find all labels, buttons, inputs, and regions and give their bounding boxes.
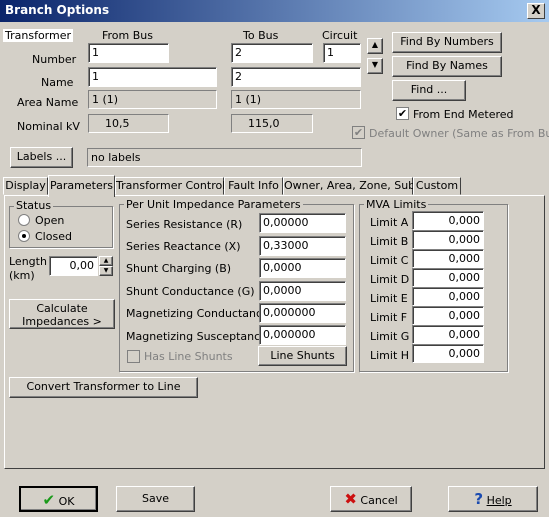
- limit-d-input[interactable]: 0,000: [412, 268, 484, 287]
- shunt-conductance-input[interactable]: 0,0000: [259, 281, 346, 301]
- from-end-metered-label: From End Metered: [413, 108, 514, 121]
- limit-c-input[interactable]: 0,000: [412, 249, 484, 268]
- default-owner-label: Default Owner (Same as From Bus): [369, 127, 549, 140]
- limit-b-input[interactable]: 0,000: [412, 230, 484, 249]
- from-number-input[interactable]: 1: [88, 43, 169, 63]
- to-kv-value: 115,0: [231, 114, 313, 133]
- check-icon: ✔: [353, 126, 364, 139]
- limit-a-input[interactable]: 0,000: [412, 211, 484, 230]
- triangle-down-icon: ▼: [371, 60, 379, 69]
- tab-transformer-control[interactable]: Transformer Control: [115, 177, 225, 195]
- calculate-impedances-button[interactable]: Calculate Impedances >: [9, 299, 115, 329]
- has-line-shunts-label: Has Line Shunts: [144, 350, 233, 363]
- magnetizing-conductance-input[interactable]: 0,000000: [259, 303, 346, 323]
- shunt-conductance-label: Shunt Conductance (G): [126, 285, 255, 298]
- to-number-input[interactable]: 2: [231, 43, 313, 63]
- find-by-names-button[interactable]: Find By Names: [392, 56, 502, 77]
- limit-h-input[interactable]: 0,000: [412, 344, 484, 363]
- from-kv-value: 10,5: [88, 114, 169, 133]
- length-down-button[interactable]: ▼: [99, 266, 113, 276]
- find-button[interactable]: Find ...: [392, 80, 466, 101]
- tab-parameters[interactable]: Parameters: [48, 175, 115, 197]
- limit-a-label: Limit A: [370, 216, 409, 229]
- closed-radio[interactable]: [18, 230, 30, 242]
- limit-g-input[interactable]: 0,000: [412, 325, 484, 344]
- checkmark-icon: ✔: [42, 491, 56, 509]
- limit-e-label: Limit E: [370, 292, 408, 305]
- close-button[interactable]: X: [527, 3, 545, 19]
- status-group-title: Status: [14, 199, 54, 212]
- circuit-label: Circuit: [322, 29, 358, 42]
- default-owner-checkbox[interactable]: ✔: [352, 126, 365, 139]
- area-name-label: Area Name: [17, 96, 79, 109]
- shunt-charging-input[interactable]: 0,0000: [259, 258, 346, 278]
- tab-owner-area-zone-sub[interactable]: Owner, Area, Zone, Sub: [283, 177, 415, 195]
- limit-d-label: Limit D: [370, 273, 410, 286]
- check-icon: ✔: [397, 107, 408, 120]
- impedance-group-title: Per Unit Impedance Parameters: [124, 198, 303, 211]
- cancel-label: Cancel: [360, 494, 398, 507]
- from-name-input[interactable]: 1: [88, 67, 217, 87]
- series-resistance-input[interactable]: 0,00000: [259, 213, 346, 233]
- magnetizing-conductance-label: Magnetizing Conductance: [126, 307, 269, 320]
- from-bus-label: From Bus: [102, 29, 153, 42]
- radio-selected-dot: [22, 234, 26, 238]
- open-radio[interactable]: [18, 214, 30, 226]
- to-area-value: 1 (1): [231, 90, 361, 109]
- name-label: Name: [41, 76, 74, 89]
- series-reactance-input[interactable]: 0,33000: [259, 236, 346, 256]
- limit-f-label: Limit F: [370, 311, 408, 324]
- number-label: Number: [32, 53, 77, 66]
- limit-c-label: Limit C: [370, 254, 409, 267]
- line-shunts-button[interactable]: Line Shunts: [258, 346, 347, 366]
- limit-f-input[interactable]: 0,000: [412, 306, 484, 325]
- ok-button[interactable]: ✔ OK: [19, 486, 98, 512]
- cancel-button[interactable]: ✖ Cancel: [330, 486, 412, 512]
- length-input[interactable]: 0,00: [49, 256, 98, 276]
- series-reactance-label: Series Reactance (X): [126, 240, 241, 253]
- circuit-down-button[interactable]: ▼: [367, 58, 383, 74]
- to-name-input[interactable]: 2: [231, 67, 361, 87]
- question-mark-icon: ?: [474, 490, 484, 508]
- closed-label: Closed: [35, 230, 72, 243]
- to-bus-label: To Bus: [243, 29, 279, 42]
- window-title: Branch Options: [5, 3, 110, 17]
- triangle-down-icon: ▼: [103, 267, 109, 274]
- length-label: Length (km): [9, 255, 47, 282]
- x-icon: ✖: [344, 490, 357, 508]
- nominal-kv-label: Nominal kV: [17, 120, 80, 133]
- has-line-shunts-checkbox[interactable]: [127, 350, 140, 363]
- magnetizing-susceptance-label: Magnetizing Susceptance: [126, 330, 267, 343]
- tab-custom[interactable]: Custom: [413, 177, 461, 195]
- limit-h-label: Limit H: [370, 349, 410, 362]
- limit-g-label: Limit G: [370, 330, 410, 343]
- magnetizing-susceptance-input[interactable]: 0,000000: [259, 325, 346, 345]
- labels-button[interactable]: Labels ...: [10, 147, 73, 168]
- tab-fault-info[interactable]: Fault Info: [224, 177, 283, 195]
- shunt-charging-label: Shunt Charging (B): [126, 262, 232, 275]
- limit-e-input[interactable]: 0,000: [412, 287, 484, 306]
- mva-limits-title: MVA Limits: [364, 198, 429, 211]
- tab-display[interactable]: Display: [3, 177, 48, 195]
- open-label: Open: [35, 214, 65, 227]
- triangle-up-icon: ▲: [371, 40, 379, 49]
- triangle-up-icon: ▲: [103, 257, 109, 264]
- circuit-up-button[interactable]: ▲: [367, 38, 383, 54]
- circuit-input[interactable]: 1: [323, 43, 361, 63]
- labels-value: no labels: [87, 148, 362, 167]
- length-up-button[interactable]: ▲: [99, 256, 113, 266]
- find-by-numbers-button[interactable]: Find By Numbers: [392, 32, 502, 53]
- ok-label: OK: [58, 495, 75, 508]
- from-end-metered-checkbox[interactable]: ✔: [396, 107, 409, 120]
- limit-b-label: Limit B: [370, 235, 409, 248]
- transformer-label: Transformer: [3, 29, 74, 42]
- series-resistance-label: Series Resistance (R): [126, 218, 243, 231]
- from-area-value: 1 (1): [88, 90, 217, 109]
- help-button[interactable]: ? Help: [448, 486, 538, 512]
- help-label: Help: [486, 494, 512, 507]
- convert-transformer-to-line-button[interactable]: Convert Transformer to Line: [9, 377, 198, 398]
- save-button[interactable]: Save: [116, 486, 195, 512]
